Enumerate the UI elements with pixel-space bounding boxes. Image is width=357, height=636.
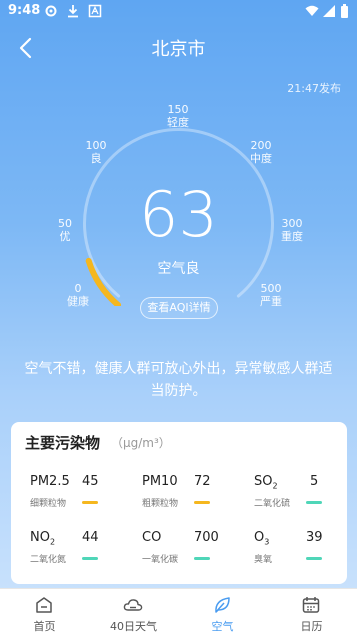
pollutant-co[interactable]: CO 一氧化碳 700 <box>142 530 242 580</box>
pollutant-name: O3 <box>254 530 270 547</box>
pollutant-pm25[interactable]: PM2.5 细颗粒物 45 <box>30 474 130 524</box>
pollutant-value: 45 <box>82 474 99 489</box>
page-title: 北京市 <box>151 39 206 60</box>
wifi-icon <box>305 5 319 16</box>
tab-calendar[interactable]: 日历 <box>267 589 356 636</box>
card-title: 主要污染物 <box>25 434 101 452</box>
pollutant-so2[interactable]: SO2 二氧化硫 5 <box>254 474 354 524</box>
scale-value: 100 <box>85 139 107 152</box>
tab-home[interactable]: 首页 <box>0 589 89 636</box>
pollutants-card: 主要污染物 （μg/m³） PM2.5 细颗粒物 45 PM10 粗颗粒物 72… <box>11 422 347 584</box>
scale-value: 0 <box>74 282 82 295</box>
pollutant-level-bar <box>194 501 210 504</box>
pollutant-desc: 一氧化碳 <box>142 555 179 565</box>
pollutant-pm10[interactable]: PM10 粗颗粒物 72 <box>142 474 242 524</box>
status-bar: 9:48 <box>0 0 357 24</box>
pollutant-level-bar <box>306 557 322 560</box>
pollutant-name: PM2.5 <box>30 474 70 489</box>
scale-200: 200 中度 <box>241 139 281 165</box>
tab-label: 40日天气 <box>110 620 157 633</box>
calendar-icon <box>302 597 320 613</box>
pollutant-value: 44 <box>82 530 99 545</box>
tab-label: 首页 <box>33 620 56 633</box>
pollutant-desc: 臭氧 <box>254 555 273 565</box>
pollutant-desc: 细颗粒物 <box>30 499 67 509</box>
scale-label: 严重 <box>260 295 282 308</box>
publish-time: 21:47发布 <box>287 82 341 95</box>
home-icon <box>36 597 52 613</box>
card-unit: （μg/m³） <box>111 436 171 450</box>
pollutant-level-bar <box>306 501 322 504</box>
scale-label: 良 <box>90 152 102 165</box>
scale-value: 150 <box>167 103 189 116</box>
scale-0: 0 健康 <box>58 282 98 308</box>
tab-label: 日历 <box>300 620 323 633</box>
scale-500: 500 严重 <box>251 282 291 308</box>
pollutant-name: SO2 <box>254 474 278 491</box>
tab-40-day-weather[interactable]: 40日天气 <box>89 589 178 636</box>
health-advice: 空气不错，健康人群可放心外出，异常敏感人群适当防护。 <box>24 361 333 399</box>
text-icon <box>88 4 102 18</box>
scale-label: 轻度 <box>167 116 189 129</box>
scale-value: 200 <box>250 139 272 152</box>
scale-100: 100 良 <box>76 139 116 165</box>
settings-icon <box>45 5 57 17</box>
leaf-icon <box>215 597 230 613</box>
download-icon <box>68 5 78 18</box>
scale-150: 150 轻度 <box>158 103 198 129</box>
pollutant-value: 72 <box>194 474 211 489</box>
pollutant-value: 39 <box>306 530 323 545</box>
scale-label: 健康 <box>67 295 89 308</box>
tab-air[interactable]: 空气 <box>178 589 267 636</box>
pollutant-desc: 粗颗粒物 <box>142 499 179 509</box>
aqi-detail-button[interactable]: 查看AQI详情 <box>140 297 218 319</box>
pollutant-value: 700 <box>194 530 219 545</box>
pollutant-name: CO <box>142 530 162 545</box>
pollutant-level-bar <box>82 501 98 504</box>
pollutant-name: PM10 <box>142 474 178 489</box>
bottom-tab-bar: 首页 40日天气 空气 日历 <box>0 588 357 636</box>
pollutant-name: NO2 <box>30 530 56 547</box>
pollutant-value: 5 <box>310 474 319 489</box>
pollutant-level-bar <box>194 557 210 560</box>
aqi-level: 空气良 <box>157 261 200 277</box>
header: 北京市 <box>0 28 357 68</box>
pollutant-no2[interactable]: NO2 二氧化氮 44 <box>30 530 130 580</box>
pollutant-desc: 二氧化氮 <box>30 555 67 565</box>
signal-icon <box>323 5 335 17</box>
pollutant-level-bar <box>82 557 98 560</box>
battery-icon <box>341 4 348 18</box>
cloud-icon <box>123 599 143 611</box>
scale-label: 中度 <box>250 152 272 165</box>
tab-label: 空气 <box>211 620 234 633</box>
scale-value: 500 <box>260 282 282 295</box>
aqi-value: 63 <box>139 178 218 251</box>
pollutant-desc: 二氧化硫 <box>254 499 291 509</box>
pollutant-o3[interactable]: O3 臭氧 39 <box>254 530 354 580</box>
status-time: 9:48 <box>8 3 41 18</box>
